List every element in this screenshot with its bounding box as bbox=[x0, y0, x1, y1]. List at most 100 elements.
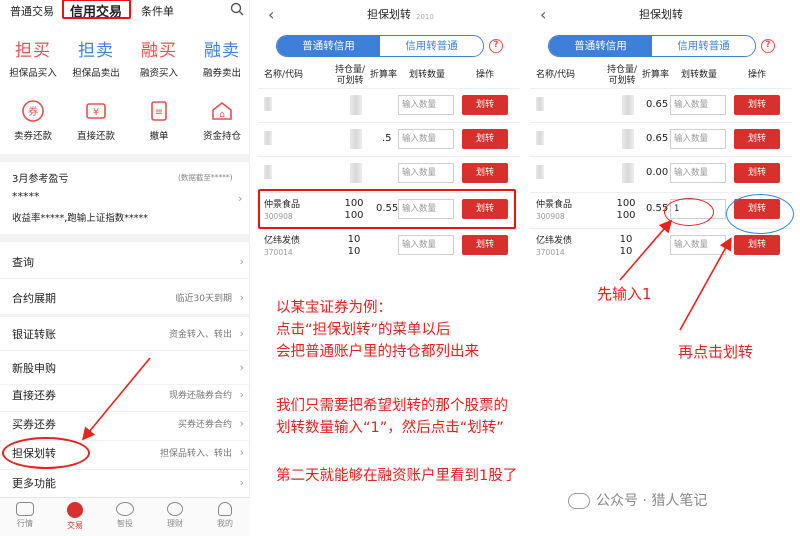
step2-annotation: 再点击划转 bbox=[678, 343, 754, 361]
stock-name-code: 亿纬发债 370014 bbox=[264, 235, 300, 259]
bottom-tab-trade[interactable]: 交易 bbox=[50, 498, 100, 531]
search-icon[interactable] bbox=[230, 2, 244, 16]
profile-icon bbox=[218, 502, 232, 516]
transfer-button[interactable]: 划转 bbox=[462, 129, 508, 149]
menu-label: 银证转账 bbox=[12, 327, 56, 341]
menu-hint: 现券还融券合约 bbox=[168, 391, 232, 401]
chevron-right-icon[interactable]: › bbox=[238, 192, 242, 205]
help-icon[interactable]: ? bbox=[489, 39, 503, 53]
transfer-button[interactable]: 划转 bbox=[462, 235, 508, 255]
title-suffix: 2010 bbox=[416, 13, 434, 21]
quantity-input[interactable]: 输入数量 bbox=[398, 235, 454, 255]
tab-normal-to-credit[interactable]: 普通转信用 bbox=[549, 36, 652, 56]
quantity-input[interactable]: 输入数量 bbox=[398, 129, 454, 149]
page-title: 担保划转 bbox=[639, 8, 683, 21]
bottom-tab-wealth[interactable]: 理财 bbox=[150, 498, 200, 529]
action-collateral-sell[interactable]: 担卖 担保品卖出 bbox=[65, 36, 127, 79]
trading-home-panel: 普通交易 信用交易 条件单 担买 担保品买入 担卖 担保品卖出 融买 融资买入 … bbox=[0, 0, 250, 536]
bottom-tab-profile[interactable]: 我的 bbox=[200, 498, 250, 529]
coupon-icon: 券 bbox=[20, 98, 46, 124]
transfer-button[interactable]: 划转 bbox=[734, 163, 780, 183]
transfer-button[interactable]: 划转 bbox=[462, 163, 508, 183]
action-direct-repay[interactable]: ¥ 直接还款 bbox=[65, 98, 127, 142]
stock-name: 亿纬发债 bbox=[264, 236, 301, 246]
market-icon bbox=[16, 502, 34, 516]
quantity-input[interactable]: 输入数量 bbox=[670, 95, 726, 115]
action-label: 资金持仓 bbox=[202, 131, 241, 142]
profit-detail: 收益率*****,跑输上证指数***** bbox=[12, 213, 149, 224]
menu-bank-transfer[interactable]: 银证转账 资金转入、转出 › bbox=[0, 317, 250, 351]
para1-line2: 点击“担保划转”的菜单以后 bbox=[276, 322, 451, 338]
menu-query[interactable]: 查询 › bbox=[0, 245, 250, 279]
tab-credit-to-normal[interactable]: 信用转普通 bbox=[380, 36, 483, 56]
action-margin-buy[interactable]: 融买 融资买入 bbox=[128, 36, 190, 79]
tab-normal-to-credit[interactable]: 普通转信用 bbox=[277, 36, 380, 56]
para1-line3: 会把普通账户里的持仓都列出来 bbox=[276, 344, 479, 360]
blurred-name bbox=[536, 131, 544, 145]
profit-value: ***** bbox=[12, 190, 40, 203]
table-row: 0.00 输入数量 划转 bbox=[530, 156, 792, 190]
back-arrow-icon[interactable]: ‹ bbox=[540, 0, 546, 30]
menu-contract-extension[interactable]: 合约展期 临近30天到期 › bbox=[0, 281, 250, 315]
menu-hint: 买券还券合约 bbox=[177, 420, 232, 430]
bottom-tab-bar: 行情 交易 智投 理财 我的 bbox=[0, 497, 250, 536]
action-title: 融卖 bbox=[204, 41, 240, 61]
quantity-input[interactable]: 输入数量 bbox=[398, 163, 454, 183]
collateral-transfer-panel-before: ‹ 担保划转 2010 普通转信用 信用转普通 ? 名称/代码 持仓量/可划转 … bbox=[258, 0, 520, 270]
watermark: 公众号 · 猎人笔记 bbox=[596, 493, 708, 509]
chevron-right-icon: › bbox=[239, 255, 244, 268]
page-title: 担保划转 bbox=[367, 8, 411, 21]
menu-hint: 资金转入、转出 bbox=[168, 330, 232, 340]
action-title: 融买 bbox=[141, 41, 177, 61]
para1-line1: 以某宝证券为例： bbox=[276, 300, 392, 316]
tab-credit-to-normal[interactable]: 信用转普通 bbox=[652, 36, 755, 56]
transfer-button[interactable]: 划转 bbox=[734, 129, 780, 149]
highlight-ellipse bbox=[2, 437, 90, 469]
help-icon[interactable]: ? bbox=[761, 39, 775, 53]
profit-title: 3月参考盈亏 bbox=[12, 174, 69, 185]
action-sell-repay[interactable]: 券 卖券还款 bbox=[2, 98, 64, 142]
divider bbox=[0, 234, 250, 242]
col-header: 折算率 bbox=[642, 70, 670, 80]
credit-tab-highlight bbox=[62, 0, 131, 19]
available-qty: 10 bbox=[347, 246, 361, 257]
action-collateral-buy[interactable]: 担买 担保品买入 bbox=[2, 36, 64, 79]
col-header-qty: 持仓量/可划转 bbox=[334, 65, 366, 86]
page-header: ‹ 担保划转 2010 bbox=[258, 0, 520, 30]
action-label: 卖券还款 bbox=[13, 131, 52, 142]
tab-normal-trade[interactable]: 普通交易 bbox=[10, 3, 54, 19]
menu-label: 合约展期 bbox=[12, 291, 56, 305]
holding-qty: 10 bbox=[347, 234, 361, 245]
action-label: 担保品卖出 bbox=[72, 68, 120, 79]
bottom-tab-smart-invest[interactable]: 智投 bbox=[100, 498, 150, 529]
arrows-annotation bbox=[619, 219, 732, 331]
col-header: 折算率 bbox=[370, 70, 398, 80]
svg-text:券: 券 bbox=[28, 105, 38, 118]
chevron-right-icon: › bbox=[239, 388, 244, 401]
svg-text:¥: ¥ bbox=[93, 107, 99, 118]
chevron-right-icon: › bbox=[239, 476, 244, 489]
trade-icon bbox=[67, 502, 83, 518]
quantity-input[interactable]: 输入数量 bbox=[670, 129, 726, 149]
holdings-icon: ⌂ bbox=[209, 98, 235, 124]
divider bbox=[0, 154, 250, 162]
quantity-input[interactable]: 输入数量 bbox=[670, 163, 726, 183]
tab-conditional-order[interactable]: 条件单 bbox=[141, 3, 174, 19]
action-cancel-order[interactable]: ≡ 撤单 bbox=[128, 98, 190, 142]
chevron-right-icon: › bbox=[239, 291, 244, 304]
quantity-input[interactable]: 输入数量 bbox=[398, 95, 454, 115]
blurred-qty bbox=[350, 163, 362, 183]
tab-label: 理财 bbox=[167, 519, 183, 528]
conversion-rate: 0.65 bbox=[646, 99, 669, 110]
col-header-qty: 持仓量/可划转 bbox=[606, 65, 638, 86]
action-funds-holdings[interactable]: ⌂ 资金持仓 bbox=[191, 98, 253, 142]
svg-text:≡: ≡ bbox=[155, 107, 163, 118]
transfer-button[interactable]: 划转 bbox=[734, 95, 780, 115]
table-row: 0.65 输入数量 划转 bbox=[530, 122, 792, 156]
back-arrow-icon[interactable]: ‹ bbox=[268, 0, 274, 30]
transfer-button[interactable]: 划转 bbox=[462, 95, 508, 115]
action-short-sell[interactable]: 融卖 融券卖出 bbox=[191, 36, 253, 79]
table-row: 0.65 输入数量 划转 bbox=[530, 88, 792, 122]
holding-qty: 100 bbox=[616, 198, 636, 209]
bottom-tab-market[interactable]: 行情 bbox=[0, 498, 50, 529]
